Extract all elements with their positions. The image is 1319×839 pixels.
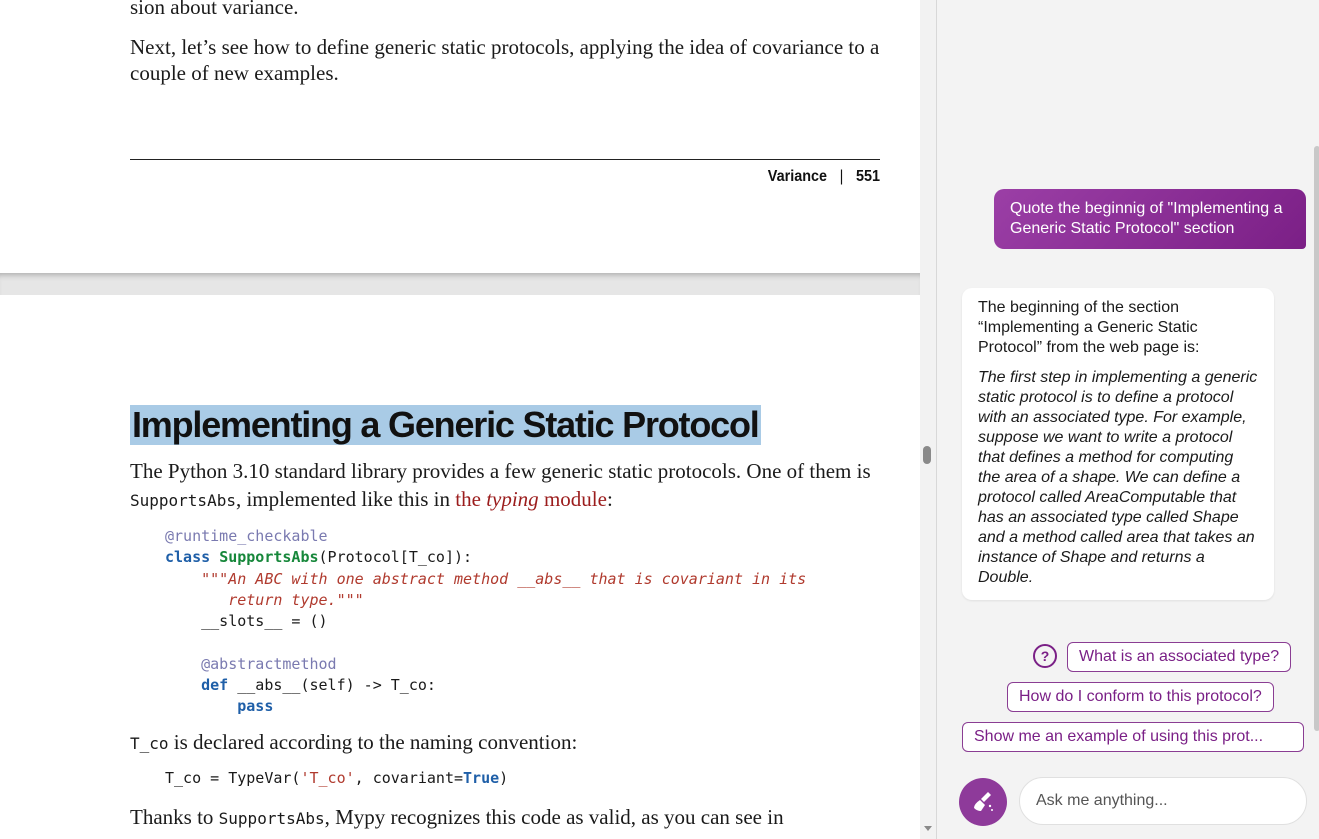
- page-number: 551: [855, 168, 880, 185]
- chat-panel: Quote the beginnig of "Implementing a Ge…: [936, 0, 1319, 839]
- tco-text: is declared according to the naming conv…: [168, 730, 578, 754]
- document-viewer: sion about variance. Next, let’s see how…: [0, 0, 920, 839]
- code-keyword: class: [165, 548, 211, 567]
- footer-separator: |: [839, 168, 844, 185]
- section-heading[interactable]: Implementing a Generic Static Protocol: [130, 405, 761, 445]
- assistant-quote: The first step in implementing a generic…: [978, 369, 1258, 586]
- paragraph-next: Next, let’s see how to define generic st…: [130, 35, 880, 85]
- code-string: 'T_co': [300, 769, 355, 787]
- code-decorator: @abstractmethod: [201, 654, 337, 673]
- code-block-supportsabs: @runtime_checkable class SupportsAbs(Pro…: [165, 526, 806, 718]
- suggestion-example[interactable]: Show me an example of using this prot...: [962, 722, 1304, 752]
- code-docstring: """An ABC with one abstract method __abs…: [201, 569, 807, 588]
- link-text: the: [455, 487, 487, 511]
- page-551: sion about variance. Next, let’s see how…: [0, 0, 920, 273]
- suggestion-conform-protocol[interactable]: How do I conform to this protocol?: [1007, 682, 1274, 712]
- code-keyword: True: [463, 769, 500, 787]
- question-help-icon[interactable]: ?: [1033, 644, 1057, 668]
- page-footer: Variance | 551: [205, 168, 880, 186]
- code-block-typevar: T_co = TypeVar('T_co', covariant=True): [165, 768, 508, 789]
- intro-text: The Python 3.10 standard library provide…: [130, 459, 871, 483]
- document-scrollbar[interactable]: [920, 0, 936, 839]
- paragraph-tco: T_co is declared according to the naming…: [130, 729, 890, 757]
- paragraph-thanks: Thanks to SupportsAbs, Mypy recognizes t…: [130, 804, 890, 832]
- user-message: Quote the beginnig of "Implementing a Ge…: [994, 189, 1306, 249]
- footer-section: Variance: [767, 168, 828, 185]
- intro-text: , implemented like this in: [235, 487, 456, 511]
- code-text: ): [499, 769, 509, 787]
- ask-input[interactable]: [1019, 777, 1307, 825]
- thanks-text: , Mypy recognizes this code as valid, as…: [324, 805, 784, 829]
- inline-code: SupportsAbs: [218, 809, 325, 828]
- thanks-text: Thanks to: [130, 805, 219, 829]
- paragraph-intro: The Python 3.10 standard library provide…: [130, 457, 890, 515]
- suggestion-associated-type[interactable]: What is an associated type?: [1067, 642, 1292, 672]
- paragraph-fragment: sion about variance.: [130, 0, 299, 19]
- assistant-message: The beginning of the section “Implementi…: [962, 288, 1274, 600]
- code-text: __abs__(self) -> T_co:: [237, 676, 436, 695]
- chat-scrollbar[interactable]: [1314, 146, 1319, 731]
- code-text: __slots__ = (): [201, 612, 328, 631]
- code-docstring: return type.""": [228, 590, 364, 609]
- scroll-down-arrow-icon[interactable]: [924, 826, 932, 831]
- code-class-name: SupportsAbs: [219, 548, 319, 567]
- footer-rule: [130, 159, 880, 160]
- typing-module-link[interactable]: the typing module: [455, 487, 607, 511]
- page-gap: [0, 273, 920, 295]
- inline-code: SupportsAbs: [130, 491, 236, 510]
- link-text-em: typing: [486, 487, 539, 511]
- code-keyword: pass: [237, 697, 274, 716]
- code-text: , covariant=: [354, 769, 464, 787]
- intro-text: :: [606, 487, 613, 511]
- broom-icon: [974, 792, 993, 811]
- code-text: (Protocol[T_co]):: [318, 548, 473, 567]
- new-topic-button[interactable]: [959, 778, 1007, 826]
- code-text: T_co = TypeVar(: [165, 769, 301, 787]
- inline-code: T_co: [130, 734, 169, 753]
- code-keyword: def: [201, 676, 229, 695]
- code-decorator: @runtime_checkable: [165, 527, 328, 545]
- page-552: Implementing a Generic Static Protocol T…: [0, 295, 920, 839]
- assistant-intro: The beginning of the section “Implementi…: [978, 299, 1200, 356]
- link-text: module: [538, 487, 607, 511]
- scrollbar-thumb[interactable]: [923, 446, 931, 464]
